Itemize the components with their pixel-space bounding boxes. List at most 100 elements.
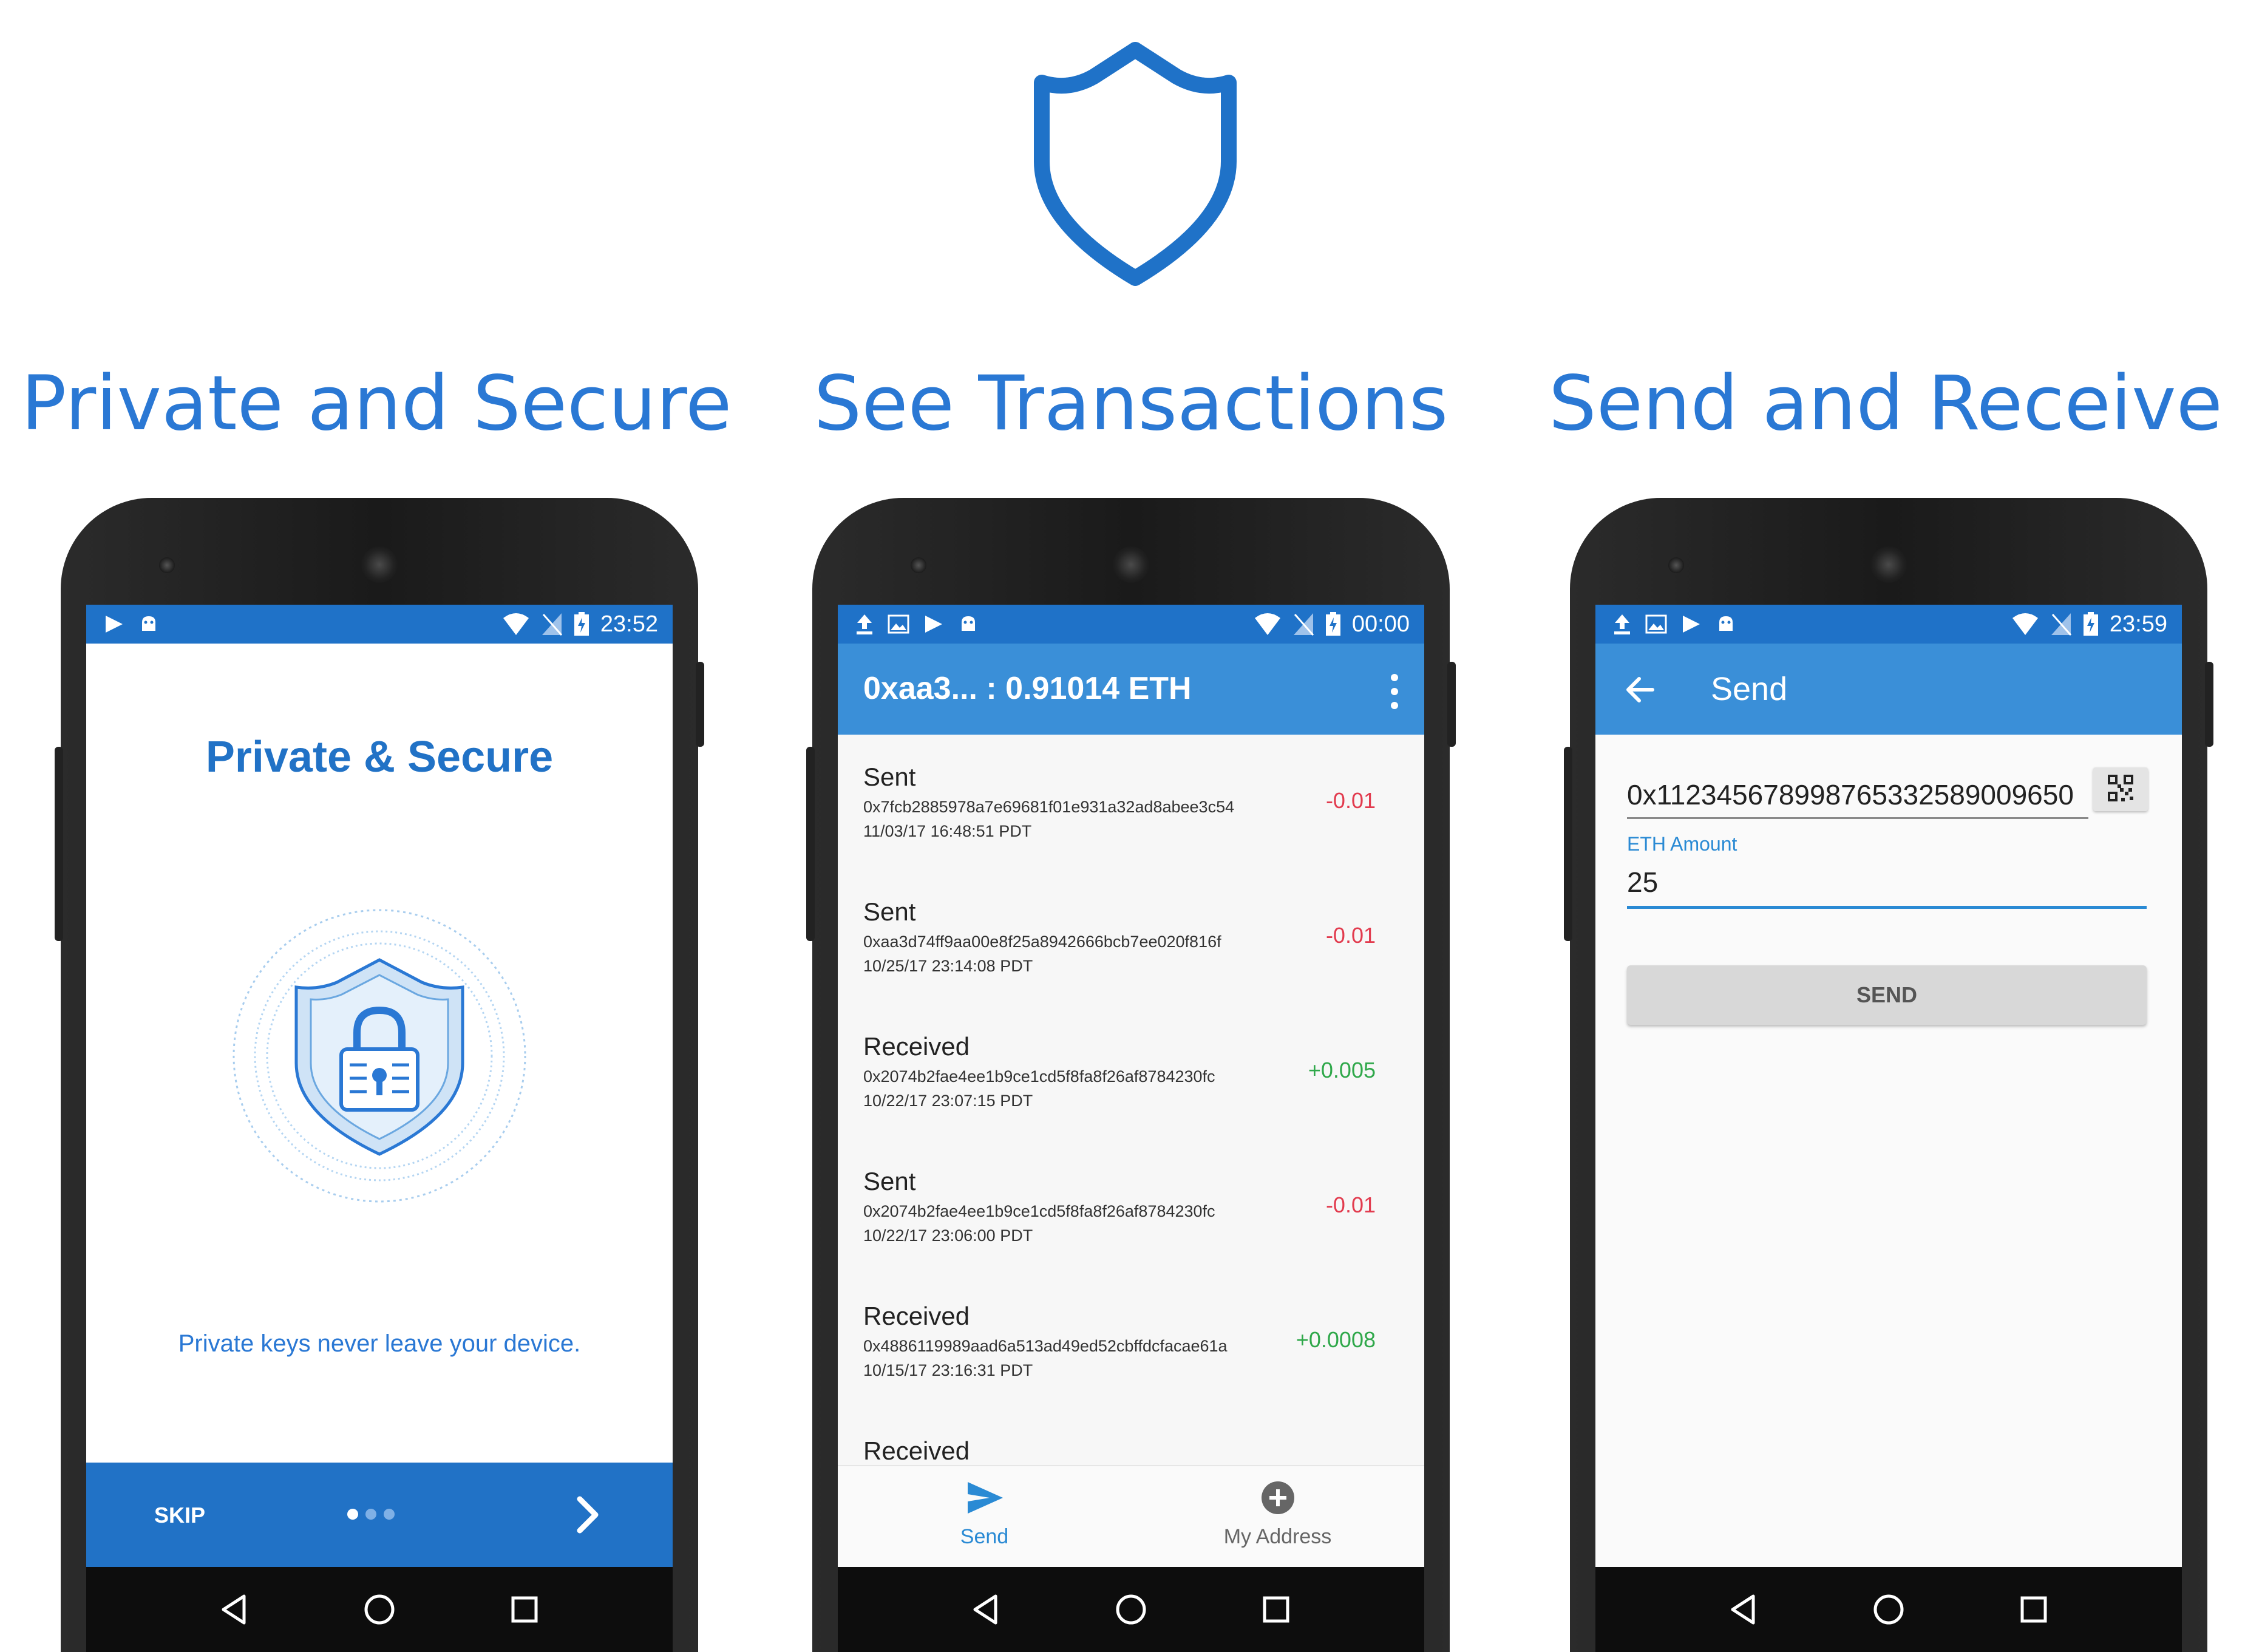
upload-notification-icon [1614, 614, 1630, 634]
onboarding-title: Private & Secure [205, 733, 554, 781]
wifi-icon [503, 613, 529, 635]
status-bar: 00:00 [838, 605, 1424, 644]
transaction-date: 10/22/17 23:06:00 PDT [863, 1226, 1033, 1245]
status-bar: 23:52 [86, 605, 673, 644]
back-arrow-icon[interactable] [1621, 670, 1660, 709]
transaction-amount: -0.01 [1325, 788, 1376, 813]
transaction-hash: 0xaa3d74ff9aa00e8f25a8942666bcb7ee020f81… [863, 933, 1221, 951]
earpiece-speaker [1870, 546, 1907, 583]
recents-square-icon[interactable] [505, 1590, 544, 1629]
phone-transactions: 00:00 0xaa3... : 0.91014 ETH Sent 0x7fcb… [806, 498, 1456, 1652]
transaction-type: Sent [863, 1167, 916, 1195]
back-triangle-icon[interactable] [215, 1590, 254, 1629]
transaction-date: 10/15/17 23:16:31 PDT [863, 1361, 1033, 1379]
app-toolbar: Send [1595, 644, 2182, 735]
recipient-address-input[interactable]: 0x112345678998765332589009650 [1627, 778, 2088, 819]
send-paper-plane-icon [967, 1482, 1003, 1514]
qr-code-scan-icon[interactable] [2093, 767, 2148, 811]
transaction-hash: 0x7fcb2885978a7e69681f01e931a32ad8abee3c… [863, 798, 1235, 816]
transaction-list[interactable]: Sent 0x7fcb2885978a7e69681f01e931a32ad8a… [838, 735, 1424, 1466]
send-screen-title: Send [1711, 671, 1788, 707]
page-indicator [347, 1509, 395, 1520]
page-dot-3 [384, 1509, 395, 1520]
status-bar: 23:59 [1595, 605, 2182, 644]
page-dot-1 [347, 1509, 358, 1520]
wallet-balance-title: 0xaa3... : 0.91014 ETH [863, 671, 1192, 706]
transaction-row[interactable]: Received [838, 1409, 1424, 1466]
earpiece-speaker [361, 546, 398, 583]
screen-onboarding: 23:52 Private & Secure Private keys neve… [86, 605, 673, 1567]
status-time: 23:59 [2109, 611, 2167, 637]
front-camera [1668, 557, 1684, 573]
add-circle-icon [1261, 1481, 1294, 1514]
back-triangle-icon[interactable] [1724, 1590, 1763, 1629]
headline-see-transactions: See Transactions [813, 360, 1449, 447]
recents-square-icon[interactable] [1257, 1590, 1296, 1629]
headline-send-receive: Send and Receive [1549, 360, 2223, 447]
transaction-row[interactable]: Sent 0x7fcb2885978a7e69681f01e931a32ad8a… [838, 735, 1424, 869]
android-notification-icon [142, 616, 155, 631]
transaction-type: Received [863, 1032, 970, 1061]
transaction-hash: 0x4886119989aad6a513ad49ed52cbffdcfacae6… [863, 1337, 1228, 1355]
system-nav-bar [86, 1567, 673, 1652]
transaction-type: Sent [863, 763, 916, 791]
skip-button[interactable]: SKIP [154, 1503, 205, 1528]
android-notification-icon [1719, 616, 1733, 631]
transaction-date: 11/03/17 16:48:51 PDT [863, 822, 1032, 840]
nav-send[interactable]: Send [838, 1478, 1131, 1549]
transaction-row[interactable]: Sent 0x2074b2fae4ee1b9ce1cd5f8fa8f26af87… [838, 1139, 1424, 1274]
image-notification-icon [888, 614, 909, 634]
screen-send: 23:59 Send 0x112345678998765332589009650… [1595, 605, 2182, 1567]
transaction-amount: +0.0008 [1296, 1327, 1376, 1352]
no-signal-icon [542, 613, 563, 636]
transaction-row[interactable]: Received 0x2074b2fae4ee1b9ce1cd5f8fa8f26… [838, 1004, 1424, 1139]
onboarding-caption: Private keys never leave your device. [178, 1330, 581, 1357]
transaction-type: Received [863, 1302, 970, 1330]
front-camera [159, 557, 175, 573]
wifi-icon [2012, 613, 2038, 635]
transaction-hash: 0x2074b2fae4ee1b9ce1cd5f8fa8f26af8784230… [863, 1202, 1215, 1220]
nav-my-address-label: My Address [1223, 1525, 1332, 1548]
overflow-menu-icon[interactable] [1385, 670, 1404, 713]
onboarding-footer: SKIP [86, 1463, 673, 1567]
back-triangle-icon[interactable] [966, 1590, 1005, 1629]
image-notification-icon [1645, 614, 1667, 634]
headline-private-secure: Private and Secure [21, 360, 732, 447]
home-circle-icon[interactable] [1869, 1590, 1908, 1629]
play-store-notification-icon [106, 616, 123, 633]
eth-amount-input[interactable]: 25 [1627, 866, 2147, 909]
recents-square-icon[interactable] [2014, 1590, 2053, 1629]
app-toolbar: 0xaa3... : 0.91014 ETH [838, 644, 1424, 735]
home-circle-icon[interactable] [1112, 1590, 1150, 1629]
transaction-row[interactable]: Sent 0xaa3d74ff9aa00e8f25a8942666bcb7ee0… [838, 869, 1424, 1004]
transaction-amount: +0.005 [1308, 1058, 1376, 1083]
transaction-amount: -0.01 [1325, 1192, 1376, 1217]
transaction-type: Received [863, 1436, 970, 1465]
system-nav-bar [838, 1567, 1424, 1652]
nav-send-label: Send [960, 1525, 1009, 1548]
send-button[interactable]: SEND [1627, 965, 2147, 1025]
transaction-amount: -0.01 [1325, 923, 1376, 948]
nav-my-address[interactable]: My Address [1131, 1478, 1424, 1549]
home-circle-icon[interactable] [360, 1590, 399, 1629]
battery-charging-icon [574, 612, 589, 636]
wifi-icon [1254, 613, 1280, 635]
earpiece-speaker [1113, 546, 1149, 583]
battery-charging-icon [1325, 612, 1340, 636]
shield-icon [1034, 42, 1237, 286]
phone-private-secure: 23:52 Private & Secure Private keys neve… [55, 498, 704, 1652]
no-signal-icon [1293, 613, 1314, 636]
play-store-notification-icon [925, 616, 942, 633]
upload-notification-icon [857, 614, 872, 634]
transaction-row[interactable]: Received 0x4886119989aad6a513ad49ed52cbf… [838, 1274, 1424, 1409]
next-chevron-icon[interactable] [563, 1491, 611, 1539]
transaction-date: 10/22/17 23:07:15 PDT [863, 1092, 1033, 1110]
page-dot-2 [365, 1509, 376, 1520]
transaction-hash: 0x2074b2fae4ee1b9ce1cd5f8fa8f26af8784230… [863, 1067, 1215, 1086]
battery-charging-icon [2083, 612, 2098, 636]
status-time: 23:52 [600, 611, 658, 637]
android-notification-icon [962, 616, 975, 631]
transaction-type: Sent [863, 897, 916, 926]
shield-lock-illustration [233, 909, 526, 1203]
eth-amount-label: ETH Amount [1627, 833, 1737, 855]
